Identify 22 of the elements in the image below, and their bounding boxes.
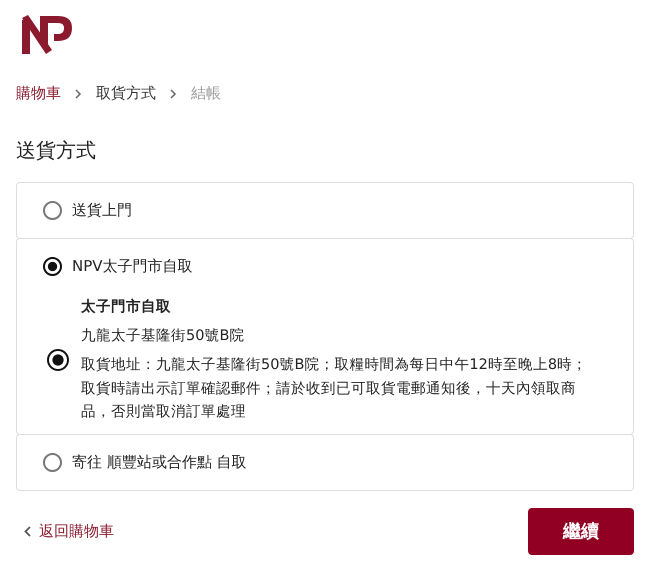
section-title: 送貨方式 [16,137,97,164]
breadcrumb-item[interactable]: 購物車 [16,84,61,103]
option-label: NPV太子門市自取 [72,257,193,276]
option-label: 寄往 順豐站或合作點 自取 [72,452,247,472]
continue-button[interactable]: 繼續 [528,508,634,555]
store-address: 九龍太子基隆街50號B院 [81,327,246,346]
radio-button[interactable] [47,348,69,371]
chevron-left-icon [24,526,31,537]
option-label: 送貨上門 [72,201,132,220]
chevron-icon [75,88,82,98]
shipping-option[interactable]: 送貨上門 [16,182,634,239]
radio-button[interactable] [43,452,62,472]
breadcrumb-item: 取貨方式 [96,84,156,103]
store-name: 太子門市自取 [81,298,172,317]
shipping-option[interactable]: NPV太子門市自取 太子門市自取 九龍太子基隆街50號B院 取貨地址：九龍太子基隆街50號B院；取糧時間為每日中午12時至晚上8時；取貨時請出示訂單確認郵件；請於收到已可取貨電郵通知後，十天內領取商品，否則當取消訂單處理 [16,238,634,435]
radio-button[interactable] [43,257,62,276]
back-link[interactable]: 返回購物車 [24,522,114,541]
breadcrumb-item: 結帳 [191,84,221,103]
radio-button[interactable] [43,201,62,220]
shipping-option[interactable]: 寄往 順豐站或合作點 自取 [16,434,634,491]
store-note: 取貨地址：九龍太子基隆街50號B院；取糧時間為每日中午12時至晚上8時；取貨時請出示訂單確認郵件；請於收到已可取貨電郵通知後，十天內領取商品，否則當取消訂單處理 [81,356,588,422]
chevron-icon [170,88,177,98]
